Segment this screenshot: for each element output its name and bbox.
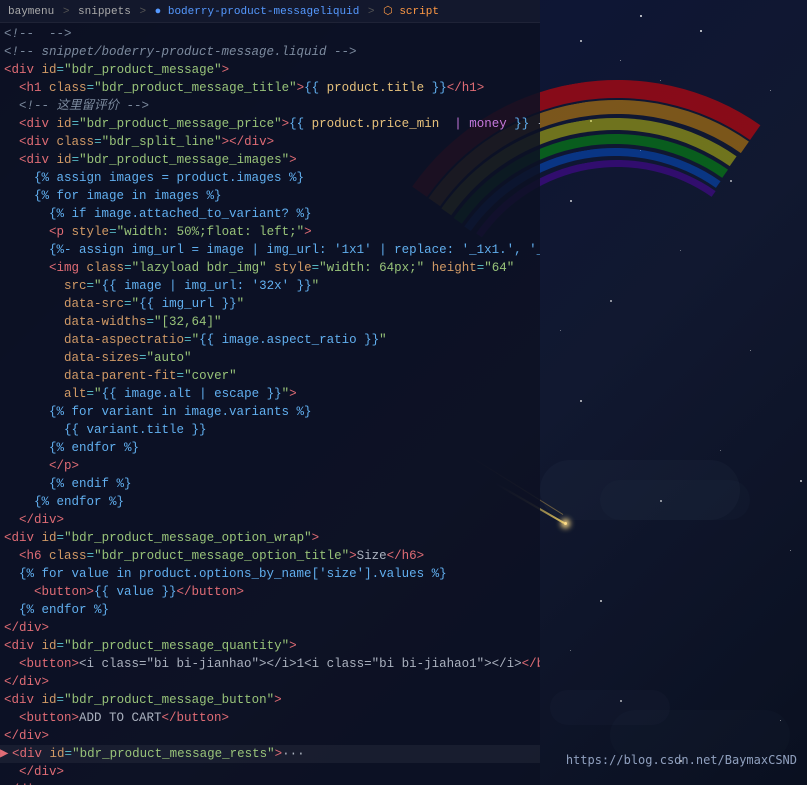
code-line-9: {% assign images = product.images %} — [0, 169, 540, 187]
code-line-41-active: ▶ <div id="bdr_product_message_rests">··… — [0, 745, 540, 763]
code-line-40: </div> — [0, 727, 540, 745]
bc-part-snippets: snippets — [78, 6, 131, 18]
breadcrumb: baymenu > snippets > ● boderry-product-m… — [0, 0, 540, 23]
bc-part-file: ● boderry-product-messageliquid — [155, 6, 360, 18]
code-line-11: {% if image.attached_to_variant? %} — [0, 205, 540, 223]
code-line-21: alt="{{ image.alt | escape }}"> — [0, 385, 540, 403]
code-line-13: {%- assign img_url = image | img_url: '1… — [0, 241, 540, 259]
watermark-url: https://blog.csdn.net/BaymaxCSND — [566, 753, 797, 767]
code-line-19: data-sizes="auto" — [0, 349, 540, 367]
code-line-23: {{ variant.title }} — [0, 421, 540, 439]
bc-part-baymenu: baymenu — [8, 6, 54, 18]
code-line-7: <div class="bdr_split_line"></div> — [0, 133, 540, 151]
code-line-27: {% endfor %} — [0, 493, 540, 511]
code-line-32: <button>{{ value }}</button> — [0, 583, 540, 601]
code-line-6: <div id="bdr_product_message_price">{{ p… — [0, 115, 540, 133]
code-line-3: <div id="bdr_product_message"> — [0, 61, 540, 79]
code-line-4: <h1 class="bdr_product_message_title">{{… — [0, 79, 540, 97]
bc-sep-2: > — [139, 6, 152, 18]
code-line-24: {% endfor %} — [0, 439, 540, 457]
bc-sep-3: > — [368, 6, 381, 18]
code-line-37: </div> — [0, 673, 540, 691]
bc-sep-1: > — [63, 6, 76, 18]
code-line-16: data-src="{{ img_url }}" — [0, 295, 540, 313]
code-line-42: </div> — [0, 763, 540, 781]
code-line-31: {% for value in product.options_by_name[… — [0, 565, 540, 583]
code-line-5: <!-- 这里留评价 --> — [0, 97, 540, 115]
code-line-28: </div> — [0, 511, 540, 529]
code-editor: baymenu > snippets > ● boderry-product-m… — [0, 0, 540, 785]
code-line-18: data-aspectratio="{{ image.aspect_ratio … — [0, 331, 540, 349]
code-line-17: data-widths="[32,64]" — [0, 313, 540, 331]
code-line-36: <button><i class="bi bi-jianhao"></i>1<i… — [0, 655, 540, 673]
code-line-25: </p> — [0, 457, 540, 475]
code-line-10: {% for image in images %} — [0, 187, 540, 205]
comet — [564, 522, 567, 525]
code-line-22: {% for variant in image.variants %} — [0, 403, 540, 421]
code-line-39: <button>ADD TO CART</button> — [0, 709, 540, 727]
bc-part-script: ⬡ script — [383, 6, 439, 18]
code-line-1: <!-- --> — [0, 25, 540, 43]
code-line-15: src="{{ image | img_url: '32x' }}" — [0, 277, 540, 295]
code-line-35: <div id="bdr_product_message_quantity"> — [0, 637, 540, 655]
code-line-38: <div id="bdr_product_message_button"> — [0, 691, 540, 709]
code-line-20: data-parent-fit="cover" — [0, 367, 540, 385]
code-line-26: {% endif %} — [0, 475, 540, 493]
code-line-43: </div> — [0, 781, 540, 785]
code-line-2: <!-- snippet/boderry-product-message.liq… — [0, 43, 540, 61]
code-line-34: </div> — [0, 619, 540, 637]
code-line-14: <img class="lazyload bdr_img" style="wid… — [0, 259, 540, 277]
code-line-8: <div id="bdr_product_message_images"> — [0, 151, 540, 169]
code-content: <!-- --> <!-- snippet/boderry-product-me… — [0, 23, 540, 785]
code-line-29: <div id="bdr_product_message_option_wrap… — [0, 529, 540, 547]
code-line-12: <p style="width: 50%;float: left;"> — [0, 223, 540, 241]
code-line-30: <h6 class="bdr_product_message_option_ti… — [0, 547, 540, 565]
code-line-33: {% endfor %} — [0, 601, 540, 619]
